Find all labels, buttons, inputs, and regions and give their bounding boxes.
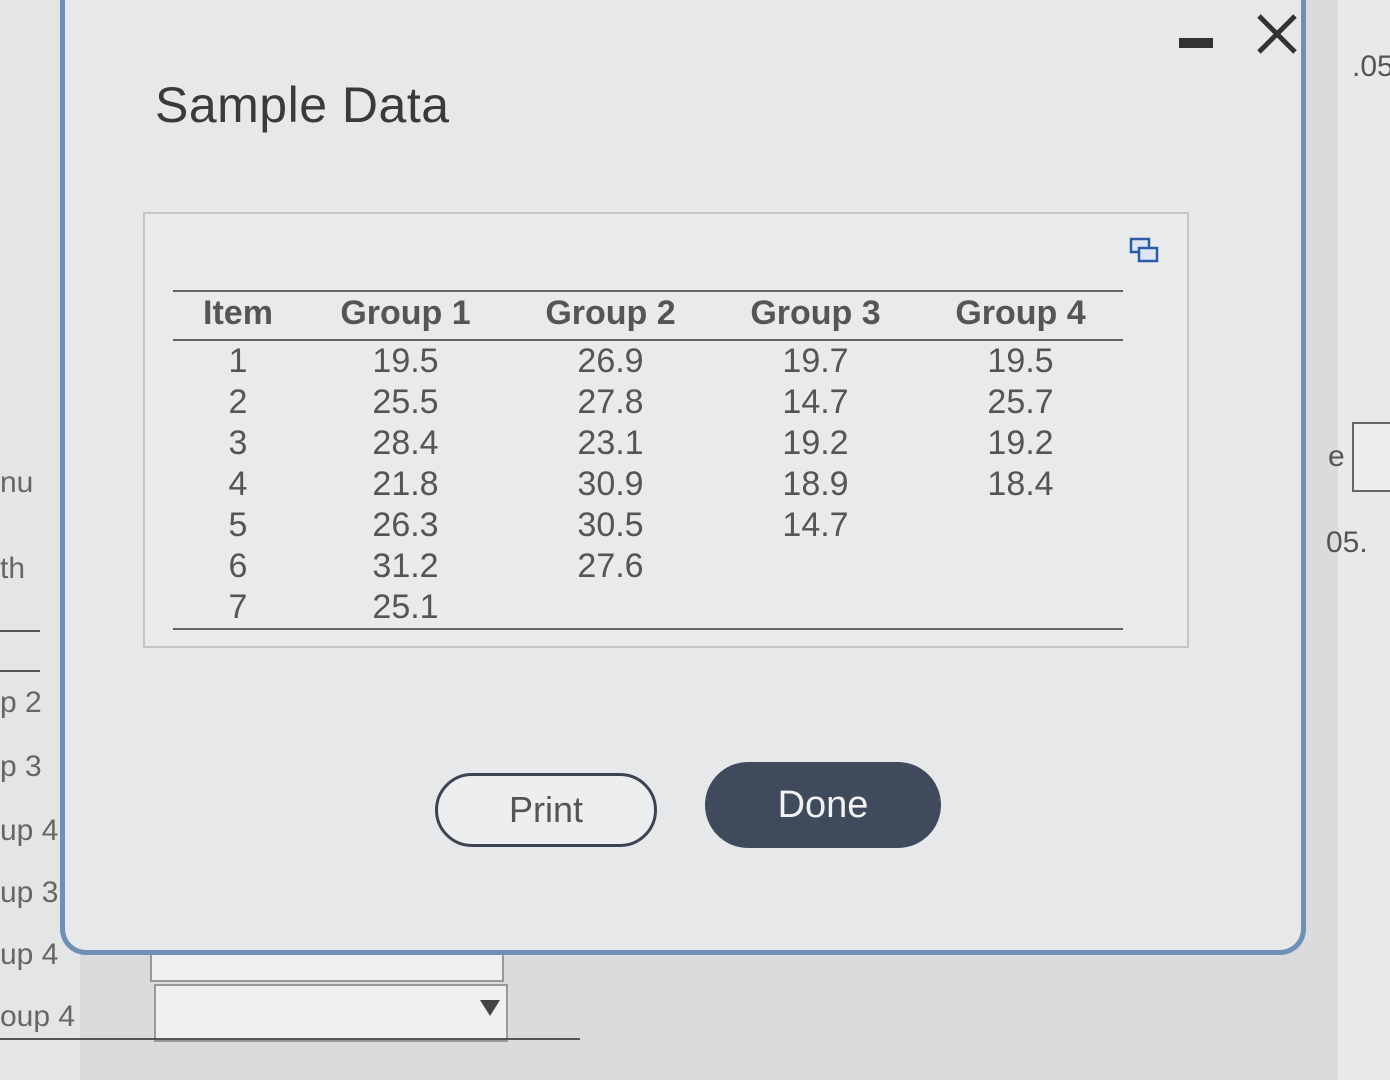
- table-cell: 19.5: [987, 342, 1054, 380]
- table-row: 5 26.3 30.5 14.7: [173, 505, 1123, 546]
- background-label: .05: [1352, 50, 1390, 83]
- popout-button[interactable]: [1129, 237, 1161, 265]
- table-cell: 30.9: [577, 465, 644, 503]
- background-label: p 3: [0, 750, 42, 783]
- table-cell: 4: [228, 465, 248, 503]
- background-label: th: [0, 552, 26, 585]
- table-cell: 25.1: [303, 587, 508, 630]
- table-cell: 18.4: [987, 465, 1054, 503]
- close-icon: [1257, 14, 1297, 54]
- divider: [0, 630, 40, 632]
- table-cell: 5: [228, 506, 248, 544]
- background-input[interactable]: [1352, 422, 1390, 492]
- background-label: 05.: [1326, 526, 1368, 559]
- background-page-right: .05 e 05.: [1326, 0, 1390, 1080]
- column-header: Group 2: [508, 290, 713, 341]
- table-cell: 26.3: [372, 506, 439, 544]
- divider: [0, 1038, 580, 1040]
- sample-data-dialog: Sample Data Item Group 1 Group 2 Group 3…: [60, 0, 1306, 955]
- table-cell: 19.2: [782, 424, 849, 462]
- print-button[interactable]: Print: [435, 773, 657, 847]
- background-label: e: [1328, 440, 1345, 473]
- table-cell: 19.7: [782, 342, 849, 380]
- table-cell: 14.7: [782, 383, 849, 421]
- background-label: up 3: [0, 876, 59, 909]
- table-cell: [713, 587, 918, 630]
- minimize-icon: [1179, 38, 1213, 48]
- column-header: Group 1: [303, 290, 508, 341]
- table-cell: 7: [173, 587, 303, 630]
- table-cell: 25.7: [987, 383, 1054, 421]
- sample-data-table: Item Group 1 Group 2 Group 3 Group 4 1 1…: [173, 290, 1123, 630]
- table-cell: 28.4: [372, 424, 439, 462]
- table-cell: 21.8: [372, 465, 439, 503]
- background-label: p 2: [0, 686, 42, 719]
- table-cell: 23.1: [577, 424, 644, 462]
- table-cell: 2: [228, 383, 248, 421]
- table-cell: 19.5: [372, 342, 439, 380]
- table-cell: 18.9: [782, 465, 849, 503]
- minimize-button[interactable]: [1175, 30, 1217, 56]
- table-row: 1 19.5 26.9 19.7 19.5: [173, 340, 1123, 382]
- table-cell: 6: [228, 547, 248, 585]
- table-cell: 14.7: [782, 506, 849, 544]
- table-cell: 1: [228, 342, 248, 380]
- table-cell: 25.5: [372, 383, 439, 421]
- table-cell: [918, 505, 1123, 546]
- background-label: nu: [0, 466, 34, 499]
- table-row: 6 31.2 27.6: [173, 546, 1123, 587]
- table-header-row: Item Group 1 Group 2 Group 3 Group 4: [173, 290, 1123, 341]
- table-cell: [918, 587, 1123, 630]
- table-cell: [713, 546, 918, 587]
- background-label: up 4: [0, 814, 59, 847]
- table-cell: 27.6: [577, 547, 644, 585]
- background-label: up 4: [0, 938, 59, 971]
- table-cell: [918, 546, 1123, 587]
- dialog-title: Sample Data: [155, 77, 450, 133]
- column-header: Group 4: [918, 290, 1123, 341]
- table-cell: 3: [228, 424, 248, 462]
- table-row: 2 25.5 27.8 14.7 25.7: [173, 382, 1123, 423]
- table-cell: 30.5: [577, 506, 644, 544]
- table-cell: 19.2: [987, 424, 1054, 462]
- done-button[interactable]: Done: [705, 762, 941, 848]
- table-cell: [508, 587, 713, 630]
- column-header: Group 3: [713, 290, 918, 341]
- background-select[interactable]: [154, 984, 508, 1042]
- column-header: Item: [173, 290, 303, 341]
- popout-icon: [1129, 237, 1159, 263]
- close-button[interactable]: [1251, 8, 1303, 60]
- background-label: oup 4: [0, 1000, 76, 1033]
- table-row: 3 28.4 23.1 19.2 19.2: [173, 423, 1123, 464]
- table-cell: 27.8: [577, 383, 644, 421]
- table-cell: 26.9: [577, 342, 644, 380]
- table-row: 4 21.8 30.9 18.9 18.4: [173, 464, 1123, 505]
- divider: [0, 670, 40, 672]
- table-row: 7 25.1: [173, 587, 1123, 630]
- table-cell: 31.2: [372, 547, 439, 585]
- chevron-down-icon: [480, 1000, 500, 1016]
